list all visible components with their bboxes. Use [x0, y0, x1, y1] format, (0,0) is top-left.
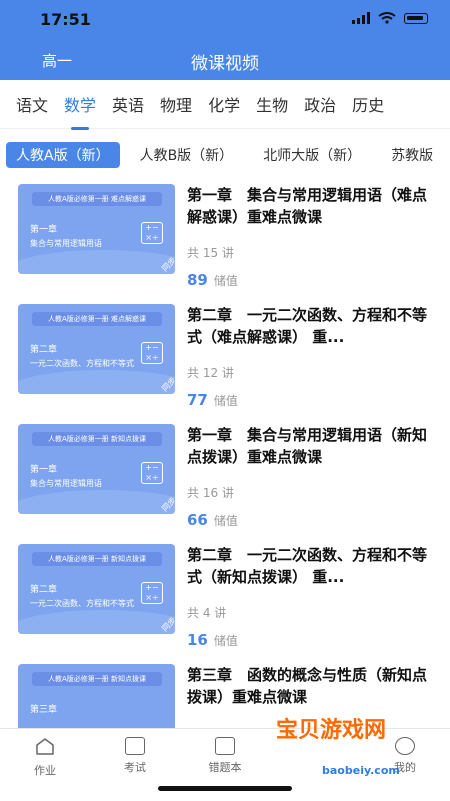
thumbnail-subtitle: 一元二次函数、方程和不等式	[30, 599, 134, 608]
watermark-logo: 宝贝游戏网	[276, 718, 387, 743]
home-indicator	[158, 786, 292, 791]
tab-label: 错题本	[208, 761, 242, 774]
course-price: 66 储值	[187, 511, 432, 529]
thumbnail-tag: 人教A版必修第一册 难点解惑课	[32, 312, 162, 326]
thumbnail-wave	[18, 370, 175, 394]
tab-subject[interactable]: 英语	[104, 92, 152, 116]
course-title: 第二章 一元二次函数、方程和不等式（新知点拨课） 重...	[187, 546, 428, 586]
tab-homework[interactable]: 作业	[0, 729, 90, 801]
thumbnail-chapter: 第三章	[30, 705, 58, 715]
watermark-url: baobeiy.com	[322, 764, 400, 777]
course-title: 第三章 函数的概念与性质（新知点拨课）重难点微课	[187, 666, 428, 706]
page-title: 微课视频	[191, 54, 259, 74]
course-thumbnail: 人教A版必修第一册 新知点拨课 第二章 一元二次函数、方程和不等式 +− ×÷ 同…	[18, 544, 175, 634]
price-value: 66	[187, 511, 208, 529]
lesson-count: 共 16 讲	[187, 486, 234, 500]
course-thumbnail: 人教A版必修第一册 新知点拨课 第三章	[18, 664, 175, 730]
thumbnail-tag: 人教A版必修第一册 新知点拨课	[32, 672, 162, 686]
thumbnail-chapter: 第二章	[30, 585, 58, 595]
thumbnail-wave	[18, 250, 175, 274]
course-info: 第一章 集合与常用逻辑用语（新知点拨课）重难点微课 共 16 讲 66 储值	[187, 424, 432, 529]
edition-chip[interactable]: 北师大版（新）	[253, 142, 371, 168]
math-operators-icon: +− ×÷	[141, 342, 163, 364]
thumbnail-wave	[18, 490, 175, 514]
tab-label: 考试	[124, 761, 146, 774]
course-item[interactable]: 人教A版必修第一册 新知点拨课 第一章 集合与常用逻辑用语 +− ×÷ 同步 第一…	[0, 410, 450, 530]
price-unit: 储值	[213, 514, 238, 528]
status-bar: 17:51	[0, 0, 450, 40]
course-title: 第二章 一元二次函数、方程和不等式（难点解惑课） 重...	[187, 306, 428, 346]
thumbnail-subtitle: 集合与常用逻辑用语	[30, 239, 102, 248]
tab-subject-active[interactable]: 数学	[56, 92, 104, 130]
lesson-count: 共 12 讲	[187, 366, 234, 380]
tab-label: 作业	[34, 764, 56, 777]
subject-tabs: 语文 数学 英语 物理 化学 生物 政治 历史	[0, 80, 450, 130]
thumbnail-chapter: 第一章	[30, 465, 58, 475]
profile-icon	[395, 737, 415, 755]
thumbnail-subtitle: 集合与常用逻辑用语	[30, 479, 102, 488]
course-price: 77 储值	[187, 391, 432, 409]
thumbnail-wave	[18, 610, 175, 634]
thumbnail-subtitle: 一元二次函数、方程和不等式	[30, 359, 134, 368]
math-operators-icon: +− ×÷	[141, 462, 163, 484]
status-icons	[352, 12, 428, 24]
course-title: 第一章 集合与常用逻辑用语（新知点拨课）重难点微课	[187, 426, 428, 466]
edition-tabs: 人教A版（新） 人教B版（新） 北师大版（新） 苏教版	[0, 140, 450, 170]
price-unit: 储值	[213, 394, 238, 408]
tab-subject[interactable]: 物理	[152, 92, 200, 116]
math-operators-icon: +− ×÷	[141, 582, 163, 604]
edition-chip[interactable]: 苏教版	[381, 142, 443, 168]
signal-icon	[352, 12, 370, 24]
status-time: 17:51	[40, 10, 91, 29]
thumbnail-tag: 人教A版必修第一册 新知点拨课	[32, 432, 162, 446]
price-unit: 储值	[213, 634, 238, 648]
edition-chip-active[interactable]: 人教A版（新）	[6, 142, 120, 168]
course-price: 89 储值	[187, 271, 432, 289]
thumbnail-chapter: 第一章	[30, 225, 58, 235]
thumbnail-tag: 人教A版必修第一册 难点解惑课	[32, 192, 162, 206]
course-info: 第二章 一元二次函数、方程和不等式（新知点拨课） 重... 共 4 讲 16 储值	[187, 544, 432, 649]
home-icon	[36, 738, 54, 755]
tab-subject[interactable]: 政治	[296, 92, 344, 116]
course-item[interactable]: 人教A版必修第一册 难点解惑课 第二章 一元二次函数、方程和不等式 +− ×÷ 同…	[0, 290, 450, 410]
course-price: 16 储值	[187, 631, 432, 649]
tab-subject[interactable]: 化学	[200, 92, 248, 116]
lesson-count: 共 4 讲	[187, 606, 227, 620]
course-list: 人教A版必修第一册 难点解惑课 第一章 集合与常用逻辑用语 +− ×÷ 同步 第一…	[0, 170, 450, 730]
tab-subject[interactable]: 历史	[344, 92, 392, 116]
price-value: 89	[187, 271, 208, 289]
tab-subject[interactable]: 语文	[0, 92, 56, 116]
price-value: 16	[187, 631, 208, 649]
course-thumbnail: 人教A版必修第一册 新知点拨课 第一章 集合与常用逻辑用语 +− ×÷ 同步	[18, 424, 175, 514]
edition-chip[interactable]: 人教B版（新）	[130, 142, 244, 168]
course-item[interactable]: 人教A版必修第一册 难点解惑课 第一章 集合与常用逻辑用语 +− ×÷ 同步 第一…	[0, 170, 450, 290]
app-header: 高一 微课视频	[0, 40, 450, 80]
course-item[interactable]: 人教A版必修第一册 新知点拨课 第二章 一元二次函数、方程和不等式 +− ×÷ 同…	[0, 530, 450, 650]
wifi-icon	[378, 12, 396, 24]
course-info: 第一章 集合与常用逻辑用语（难点解惑课）重难点微课 共 15 讲 89 储值	[187, 184, 432, 289]
price-value: 77	[187, 391, 208, 409]
math-operators-icon: +− ×÷	[141, 222, 163, 244]
tab-subject[interactable]: 生物	[248, 92, 296, 116]
course-info: 第三章 函数的概念与性质（新知点拨课）重难点微课	[187, 664, 432, 708]
exam-icon	[125, 737, 145, 755]
mistake-book-icon	[215, 737, 235, 755]
course-title: 第一章 集合与常用逻辑用语（难点解惑课）重难点微课	[187, 186, 428, 226]
thumbnail-tag: 人教A版必修第一册 新知点拨课	[32, 552, 162, 566]
course-thumbnail: 人教A版必修第一册 难点解惑课 第二章 一元二次函数、方程和不等式 +− ×÷ 同…	[18, 304, 175, 394]
battery-icon	[404, 12, 428, 24]
course-info: 第二章 一元二次函数、方程和不等式（难点解惑课） 重... 共 12 讲 77 储…	[187, 304, 432, 409]
lesson-count: 共 15 讲	[187, 246, 234, 260]
course-thumbnail: 人教A版必修第一册 难点解惑课 第一章 集合与常用逻辑用语 +− ×÷ 同步	[18, 184, 175, 274]
thumbnail-chapter: 第二章	[30, 345, 58, 355]
price-unit: 储值	[213, 274, 238, 288]
